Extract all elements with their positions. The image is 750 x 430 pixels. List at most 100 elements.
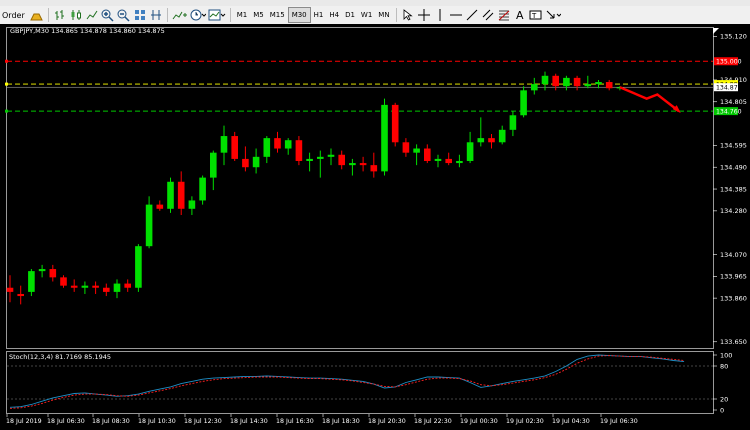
price-tick-label: 135.120: [720, 33, 747, 41]
price-tick-label: 134.385: [720, 185, 747, 193]
trendline-icon[interactable]: [465, 8, 479, 23]
toolbar-separator: [47, 8, 49, 22]
gold-bars-icon[interactable]: [30, 8, 44, 23]
candle-body-bear: [338, 154, 345, 166]
stoch-tick-label: 80: [720, 362, 728, 370]
stochastic-info: Stoch(12,3,4) 81.7169 85.1945: [9, 353, 111, 361]
period-separators-icon[interactable]: [149, 8, 163, 23]
timeframe-h1[interactable]: H1: [311, 8, 327, 22]
timeframe-h4[interactable]: H4: [326, 8, 342, 22]
time-tick-label: 18 Jul 12:30: [184, 418, 222, 425]
timeframe-m1[interactable]: M1: [234, 8, 251, 22]
horizontal-line-icon[interactable]: [449, 8, 463, 23]
candle-body-bull: [81, 285, 89, 288]
timeframe-m30[interactable]: M30: [287, 7, 311, 23]
time-tick-label: 18 Jul 22:30: [414, 418, 452, 425]
tile-windows-icon[interactable]: [133, 8, 147, 23]
candle-body-bear: [70, 285, 78, 288]
candle-body-bear: [242, 158, 249, 168]
candle-body-bear: [274, 138, 281, 149]
candle-body-bull: [220, 136, 228, 153]
candle-body-bull: [584, 84, 592, 87]
candle-body-bull: [167, 181, 174, 209]
candle-body-bull: [466, 142, 474, 161]
time-tick-label: 18 Jul 16:30: [276, 418, 314, 425]
time-tick-label: 19 Jul 00:30: [460, 418, 498, 425]
candle-body-bear: [402, 142, 410, 153]
candle-body-bear: [17, 293, 24, 297]
vertical-line-icon[interactable]: [433, 8, 447, 23]
time-tick-label: 18 Jul 08:30: [92, 418, 130, 425]
candle-body-bull: [456, 160, 463, 164]
zoom-out-icon[interactable]: [117, 8, 131, 23]
candle-body-bull: [381, 104, 388, 172]
candle-body-bear: [92, 285, 99, 288]
time-tick-label: 18 Jul 10:30: [138, 418, 176, 425]
new-order-button[interactable]: Order: [0, 11, 29, 20]
timeframe-w1[interactable]: W1: [358, 8, 375, 22]
price-tick-label: 133.650: [720, 338, 747, 346]
candle-body-bull: [38, 269, 46, 272]
price-label-text: 134.760: [716, 109, 742, 116]
candle-body-bear: [424, 148, 431, 161]
toolbar-separator: [166, 8, 168, 22]
candle-body-bull: [284, 140, 292, 149]
candle-body-bull: [477, 138, 485, 143]
price-label-text: 134.875: [716, 85, 742, 92]
price-tick-label: 133.965: [720, 273, 747, 281]
timeframe-d1[interactable]: D1: [342, 8, 358, 22]
time-tick-label: 19 Jul 06:30: [600, 418, 638, 425]
chart-window[interactable]: 135.120134.910134.805134.595134.490134.3…: [0, 24, 750, 430]
level-handle: [5, 82, 8, 86]
text-icon[interactable]: A: [513, 8, 527, 23]
timeframe-mn[interactable]: MN: [375, 8, 392, 22]
cursor-icon[interactable]: [401, 8, 415, 23]
candle-body-bear: [231, 136, 238, 159]
arrows-icon[interactable]: [545, 8, 561, 23]
time-tick-label: 18 Jul 14:30: [230, 418, 268, 425]
candle-body-bull: [531, 84, 538, 91]
candle-body-bull: [135, 246, 142, 288]
price-tick-label: 133.860: [720, 294, 747, 302]
candle-body-bull: [113, 283, 121, 292]
line-chart-icon[interactable]: [85, 8, 99, 23]
channel-icon[interactable]: [481, 8, 495, 23]
candle-body-bear: [156, 204, 164, 209]
price-tick-label: 134.070: [720, 251, 747, 259]
timeframe-m15[interactable]: M15: [267, 8, 288, 22]
fibonacci-icon[interactable]: [497, 8, 511, 23]
candle-body-bull: [563, 77, 570, 87]
crosshair-icon[interactable]: [417, 8, 431, 23]
stoch-tick-label: 20: [720, 395, 728, 403]
stoch-tick-label: 100: [720, 351, 732, 359]
candle-body-bear: [552, 75, 559, 87]
clock-icon[interactable]: [190, 8, 206, 23]
add-indicator-icon[interactable]: [172, 8, 188, 23]
candlestick-icon[interactable]: [69, 8, 83, 23]
candle-body-bull: [317, 156, 324, 159]
templates-icon[interactable]: [208, 8, 226, 23]
candle-body-bear: [605, 82, 613, 89]
bar-chart-icon[interactable]: [53, 8, 67, 23]
time-tick-label: 18 Jul 20:30: [368, 418, 406, 425]
candle-body-bear: [573, 77, 581, 87]
candle-body-bull: [434, 158, 442, 161]
zoom-in-icon[interactable]: [101, 8, 115, 23]
candle-body-bear: [6, 287, 14, 292]
text-label-icon[interactable]: T: [529, 8, 543, 23]
time-tick-label: 18 Jul 2019: [6, 418, 42, 425]
candle-body-bull: [28, 271, 35, 292]
candle-body-bear: [177, 181, 185, 209]
candle-body-bear: [103, 287, 110, 292]
toolbar-separator: [395, 8, 397, 22]
chart-symbol-info: GBPJPY,M30 134.865 134.878 134.860 134.8…: [10, 27, 165, 35]
candle-body-bear: [445, 158, 452, 164]
toolbar-separator: [229, 8, 231, 22]
timeframe-m5[interactable]: M5: [250, 8, 267, 22]
candle-body-bull: [263, 138, 271, 157]
candle-body-bear: [49, 269, 57, 278]
price-tick-label: 134.280: [720, 207, 747, 215]
price-label-text: 135.000: [716, 59, 742, 66]
candle-body-bull: [349, 163, 356, 166]
svg-text:A: A: [516, 9, 524, 21]
